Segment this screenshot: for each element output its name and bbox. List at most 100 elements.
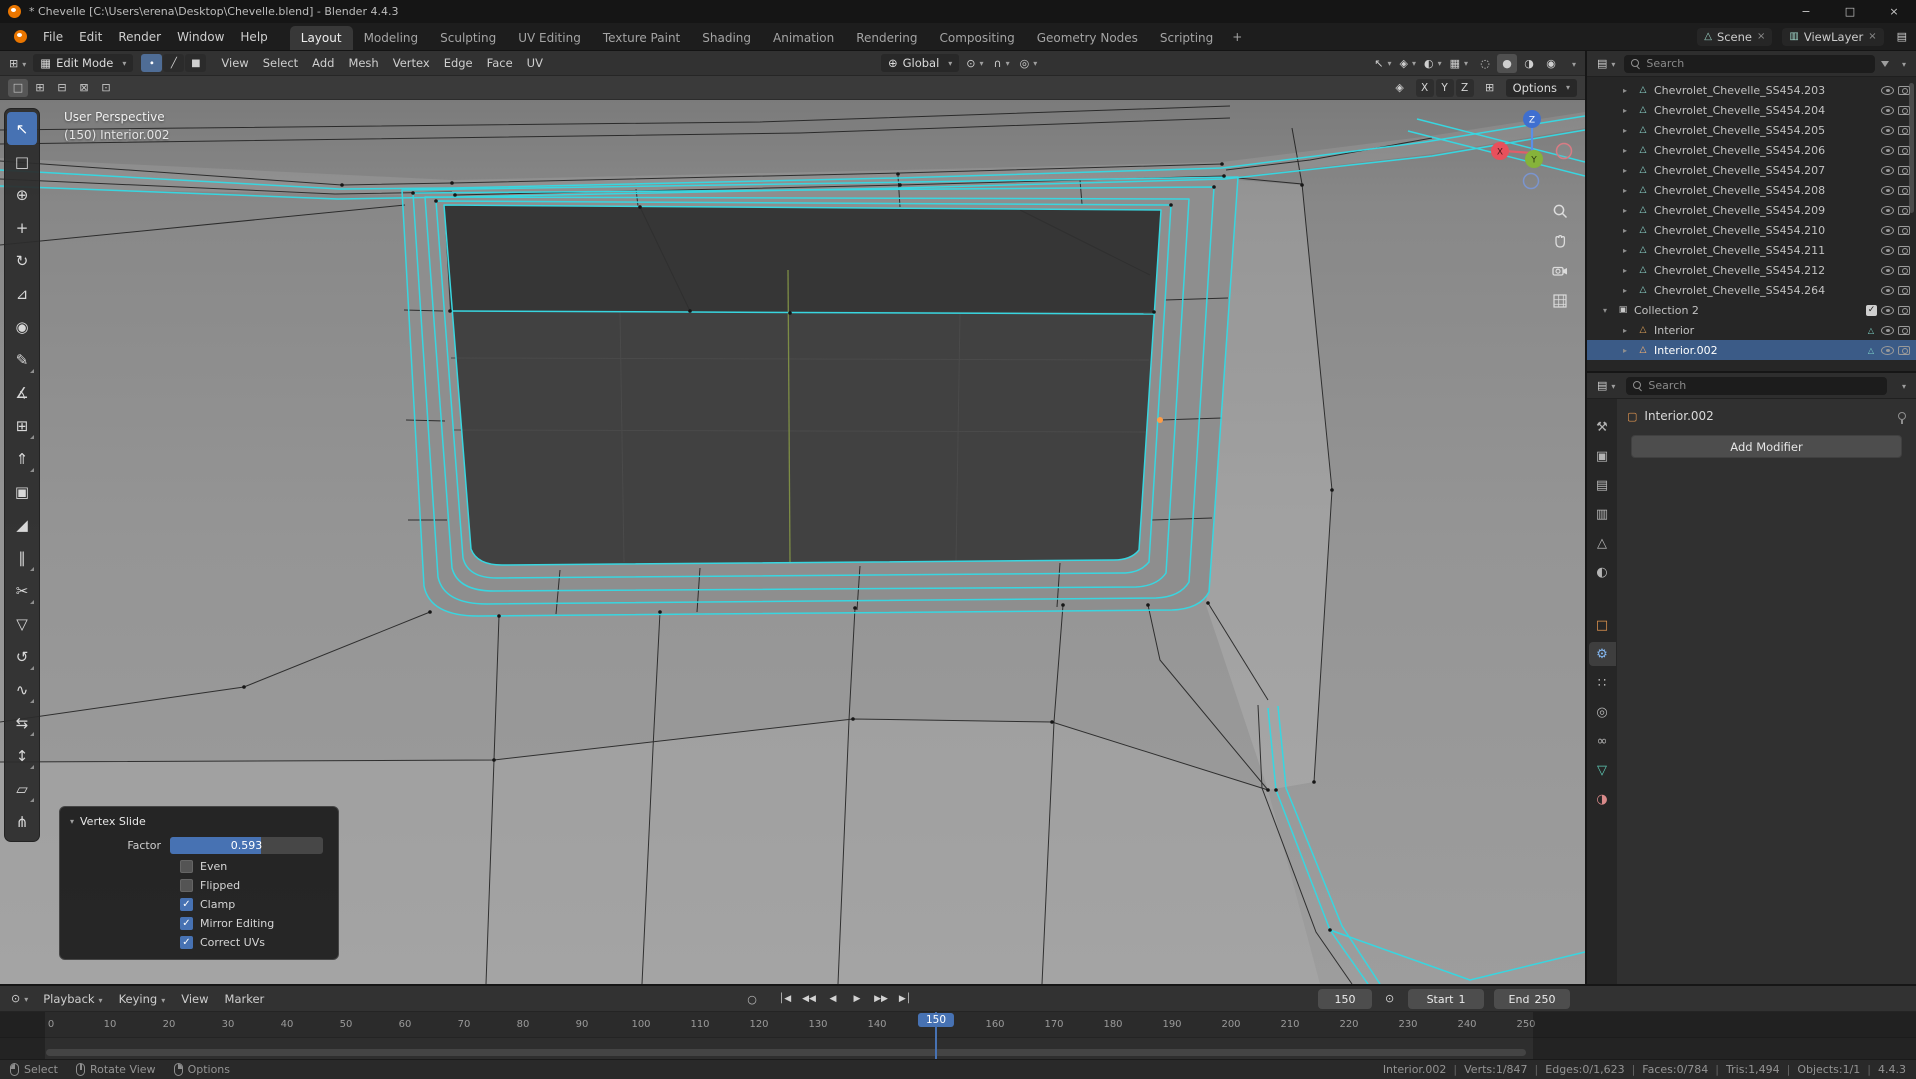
outliner-item-label[interactable]: Chevrolet_Chevelle_SS454.211 (1654, 244, 1861, 257)
menu-mesh[interactable]: Mesh (341, 54, 385, 72)
scene-selector[interactable]: △ Scene × (1697, 27, 1773, 46)
object-tab[interactable]: □ (1589, 613, 1616, 637)
expand-chevron-icon[interactable]: ▸ (1623, 286, 1632, 295)
rotate-tool[interactable]: ↻ (7, 244, 37, 277)
minimize-button[interactable]: − (1784, 0, 1828, 23)
physics-tab[interactable]: ◎ (1589, 700, 1616, 724)
frame-end-field[interactable]: End 250 (1494, 989, 1570, 1009)
outliner-item-label[interactable]: Chevrolet_Chevelle_SS454.203 (1654, 84, 1861, 97)
pan-hand-icon[interactable] (1549, 230, 1571, 252)
outliner-row[interactable]: ▸ △ Interior.002 △ (1587, 340, 1916, 360)
extrude-region-tool[interactable]: ⇑ (7, 442, 37, 475)
play-button[interactable]: ▶ (846, 989, 868, 1009)
visibility-eye-icon[interactable] (1881, 245, 1894, 255)
face-select-mode[interactable]: ■ (185, 54, 207, 72)
select-intersect-mode[interactable]: ⊡ (96, 79, 116, 97)
poly-build-tool[interactable]: ▽ (7, 607, 37, 640)
outliner-item-label[interactable]: Collection 2 (1634, 304, 1846, 317)
tab-compositing[interactable]: Compositing (928, 26, 1025, 50)
axis-y-button[interactable]: Y (1435, 78, 1454, 97)
select-box-tool[interactable]: □ (7, 145, 37, 178)
outliner-row[interactable]: ▸ △ Interior △ (1587, 320, 1916, 340)
visibility-eye-icon[interactable] (1881, 185, 1894, 195)
select-subtract-mode[interactable]: ⊟ (52, 79, 72, 97)
outliner-item-label[interactable]: Interior.002 (1654, 344, 1861, 357)
smooth-tool[interactable]: ∿ (7, 673, 37, 706)
option-checkbox[interactable] (180, 936, 193, 949)
outliner-item-label[interactable]: Chevrolet_Chevelle_SS454.264 (1654, 284, 1861, 297)
outliner-item-label[interactable]: Chevrolet_Chevelle_SS454.205 (1654, 124, 1861, 137)
render-camera-icon[interactable] (1898, 245, 1910, 255)
transform-orientation-dropdown[interactable]: ⊕ Global (880, 54, 960, 72)
outliner-row[interactable]: ▸ △ Chevrolet_Chevelle_SS454.210 (1587, 220, 1916, 240)
select-set-mode[interactable]: □ (8, 78, 28, 97)
view-menu[interactable]: View (173, 989, 216, 1009)
menu-file[interactable]: File (35, 27, 71, 47)
tab-sculpting[interactable]: Sculpting (429, 26, 507, 50)
next-keyframe-button[interactable]: ▶▶ (870, 989, 892, 1009)
properties-options-icon[interactable] (1895, 377, 1909, 394)
tool-tab[interactable]: ⚒ (1589, 415, 1616, 439)
playback-menu[interactable]: Playback (35, 989, 110, 1009)
zoom-icon[interactable] (1549, 200, 1571, 222)
outliner-row[interactable]: ▸ △ Chevrolet_Chevelle_SS454.264 (1587, 280, 1916, 300)
option-checkbox[interactable] (180, 917, 193, 930)
rip-region-tool[interactable]: ⋔ (7, 805, 37, 838)
solid-shading-icon[interactable]: ● (1497, 53, 1517, 73)
menu-window[interactable]: Window (169, 27, 232, 47)
tab-layout[interactable]: Layout (289, 26, 353, 50)
timeline-editor-type-icon[interactable]: ⊙ (8, 990, 31, 1007)
wireframe-shading-icon[interactable]: ◌ (1475, 54, 1495, 73)
add-cube-tool[interactable]: ⊞ (7, 409, 37, 442)
visibility-eye-icon[interactable] (1881, 165, 1894, 175)
menu-help[interactable]: Help (232, 27, 275, 47)
outliner-item-label[interactable]: Chevrolet_Chevelle_SS454.204 (1654, 104, 1861, 117)
visibility-dropdown-icon[interactable]: ↖ (1371, 54, 1394, 73)
outliner-item-label[interactable]: Interior (1654, 324, 1861, 337)
shading-dropdown-icon[interactable] (1565, 55, 1579, 72)
expand-chevron-icon[interactable]: ▸ (1623, 326, 1632, 335)
collection-checkbox[interactable] (1866, 304, 1877, 316)
tab-geometry-nodes[interactable]: Geometry Nodes (1026, 26, 1149, 50)
outliner-row[interactable]: ▸ △ Chevrolet_Chevelle_SS454.209 (1587, 200, 1916, 220)
playback-sync-icon[interactable]: ⊙ (1382, 990, 1397, 1007)
visibility-eye-icon[interactable] (1881, 285, 1894, 295)
menu-edge[interactable]: Edge (437, 54, 480, 72)
outliner-item-label[interactable]: Chevrolet_Chevelle_SS454.210 (1654, 224, 1861, 237)
axis-z-button[interactable]: Z (1455, 78, 1474, 97)
outliner-row[interactable]: ▸ △ Chevrolet_Chevelle_SS454.207 (1587, 160, 1916, 180)
outliner-item-label[interactable]: Chevrolet_Chevelle_SS454.207 (1654, 164, 1861, 177)
scale-tool[interactable]: ⊿ (7, 277, 37, 310)
unlink-viewlayer-icon[interactable]: × (1868, 31, 1876, 42)
render-camera-icon[interactable] (1898, 325, 1910, 335)
gizmo-toggle-icon[interactable]: ◈ (1390, 78, 1410, 97)
expand-chevron-icon[interactable]: ▸ (1623, 186, 1632, 195)
jump-to-start-button[interactable]: │◀ (774, 989, 796, 1009)
spin-tool[interactable]: ↺ (7, 640, 37, 673)
visibility-eye-icon[interactable] (1881, 105, 1894, 115)
mode-dropdown[interactable]: ▦ Edit Mode (33, 54, 134, 72)
menu-face[interactable]: Face (480, 54, 520, 72)
current-frame-field[interactable]: 150 (1318, 989, 1372, 1009)
factor-slider[interactable]: 0.593 (170, 837, 323, 854)
outliner-item-label[interactable]: Chevrolet_Chevelle_SS454.206 (1654, 144, 1861, 157)
menu-render[interactable]: Render (110, 27, 169, 47)
menu-uv[interactable]: UV (520, 54, 550, 72)
camera-view-icon[interactable] (1549, 260, 1571, 282)
bevel-tool[interactable]: ◢ (7, 508, 37, 541)
tweak-tool[interactable]: ↖ (7, 112, 37, 145)
outliner-scrollbar[interactable] (1909, 83, 1914, 213)
move-tool[interactable]: + (7, 211, 37, 244)
outliner-row[interactable]: ▸ △ Chevrolet_Chevelle_SS454.206 (1587, 140, 1916, 160)
maximize-button[interactable]: □ (1828, 0, 1872, 23)
orthographic-toggle-icon[interactable] (1549, 290, 1571, 312)
loop-cut-tool[interactable]: ∥ (7, 541, 37, 574)
visibility-eye-icon[interactable] (1881, 125, 1894, 135)
outliner-item-label[interactable]: Chevrolet_Chevelle_SS454.208 (1654, 184, 1861, 197)
tab-animation[interactable]: Animation (762, 26, 845, 50)
expand-chevron-icon[interactable]: ▸ (1623, 126, 1632, 135)
constraints-tab[interactable]: ∞ (1589, 729, 1616, 753)
xray-toggle-icon[interactable]: ▦ (1447, 54, 1471, 73)
edge-slide-tool[interactable]: ⇆ (7, 706, 37, 739)
close-button[interactable]: × (1872, 0, 1916, 23)
